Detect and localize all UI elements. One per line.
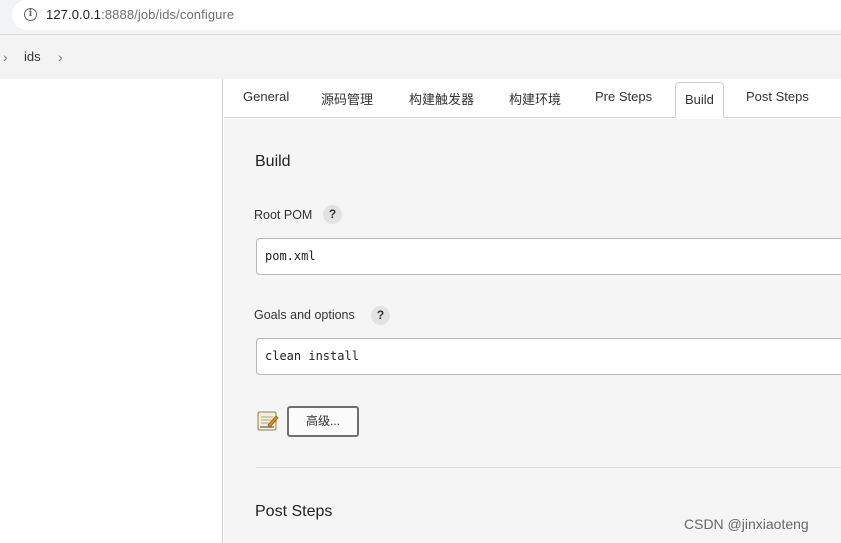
goals-options-help-icon[interactable]: ? [371, 306, 390, 325]
notepad-icon [257, 411, 279, 431]
goals-options-input[interactable]: clean install [256, 338, 841, 375]
root-pom-help-icon[interactable]: ? [323, 205, 342, 224]
goals-options-label: Goals and options [254, 308, 355, 322]
url-text[interactable]: 127.0.0.1:8888/job/ids/configure [46, 7, 234, 22]
watermark: CSDN @jinxiaoteng [684, 516, 809, 532]
url-host: 127.0.0.1 [46, 7, 102, 22]
side-panel [0, 79, 223, 543]
section-title-build: Build [255, 153, 291, 170]
browser-address-bar-area: i 127.0.0.1:8888/job/ids/configure [0, 0, 841, 34]
section-title-post-steps: Post Steps [255, 503, 333, 520]
config-content: Build Root POM ? pom.xml Goals and optio… [224, 119, 841, 543]
url-path: :8888/job/ids/configure [101, 7, 235, 22]
root-pom-label: Root POM [254, 208, 313, 222]
breadcrumb: › ids › [0, 34, 841, 79]
tab-build-triggers[interactable]: 构建触发器 [409, 89, 474, 108]
tab-post-steps[interactable]: Post Steps [746, 89, 809, 104]
advanced-button[interactable]: 高级... [287, 406, 359, 437]
tab-build[interactable]: Build [675, 82, 724, 118]
config-tab-bar: General 源码管理 构建触发器 构建环境 Pre Steps Build … [224, 79, 841, 118]
info-icon[interactable]: i [24, 8, 37, 21]
chevron-right-icon: › [3, 49, 8, 65]
tab-general[interactable]: General [243, 89, 289, 104]
tab-build-environment[interactable]: 构建环境 [509, 89, 561, 108]
tab-source-control[interactable]: 源码管理 [321, 89, 373, 108]
root-pom-input[interactable]: pom.xml [256, 238, 841, 275]
section-divider [256, 467, 841, 468]
tab-pre-steps[interactable]: Pre Steps [595, 89, 652, 104]
chevron-right-icon[interactable]: › [58, 49, 63, 65]
breadcrumb-item-ids[interactable]: ids [24, 49, 41, 64]
address-bar[interactable]: i 127.0.0.1:8888/job/ids/configure [12, 0, 841, 30]
